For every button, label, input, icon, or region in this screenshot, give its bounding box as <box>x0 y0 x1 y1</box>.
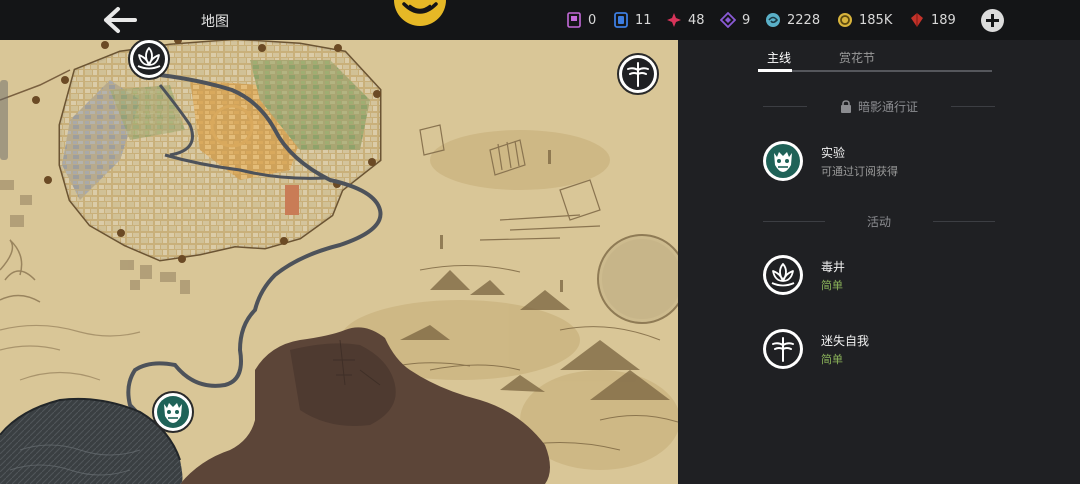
quest-name: 毒井 <box>821 260 846 274</box>
tab-main-story[interactable]: 主线 <box>767 49 791 66</box>
demon-mask-icon <box>152 391 194 433</box>
purple-gem-icon <box>720 12 736 28</box>
demon-mask-icon <box>763 141 803 181</box>
resource-value: 9 <box>742 12 751 28</box>
resource-value: 11 <box>635 12 652 28</box>
tab-indicator <box>758 69 792 72</box>
lotus-icon <box>128 40 170 80</box>
resource-value: 48 <box>688 12 705 28</box>
resource-purple-gem[interactable]: 9 <box>720 10 750 30</box>
red-crystal-icon <box>909 12 925 28</box>
quest-difficulty: 简单 <box>821 353 843 366</box>
blue-card-icon <box>613 12 629 28</box>
page-title: 地图 <box>201 14 229 30</box>
resource-gold-coin[interactable]: 185K <box>837 10 892 30</box>
quest-item-poison-well[interactable]: 毒井 简单 <box>762 254 1002 298</box>
lotus-icon <box>763 255 803 295</box>
back-arrow-icon[interactable] <box>100 4 140 36</box>
pass-card-icon <box>566 12 582 28</box>
dragonfly-icon <box>763 329 803 369</box>
divider <box>763 221 825 222</box>
resource-cyan-swirl[interactable]: 2228 <box>765 10 820 30</box>
divider <box>933 221 995 222</box>
dragonfly-map-marker[interactable] <box>616 52 660 96</box>
resource-value: 0 <box>588 12 597 28</box>
lock-icon <box>840 99 852 113</box>
add-currency-button[interactable] <box>981 9 1004 32</box>
quest-difficulty: 简单 <box>821 279 843 292</box>
lotus-map-marker[interactable] <box>127 40 171 81</box>
map-terrain <box>0 40 678 484</box>
world-map[interactable] <box>0 40 678 484</box>
cyan-swirl-icon <box>765 12 781 28</box>
divider <box>951 106 995 107</box>
top-bar: 地图 0 11 48 9 2228 185K 189 <box>0 0 1080 40</box>
game-logo-icon <box>392 0 448 28</box>
resource-value: 189 <box>931 12 956 28</box>
quest-name: 实验 <box>821 146 846 160</box>
demon-mask-map-marker[interactable] <box>151 390 195 434</box>
gold-coin-icon <box>837 12 853 28</box>
resource-red-star[interactable]: 48 <box>666 10 705 30</box>
resource-value: 2228 <box>787 12 821 28</box>
quest-name: 迷失自我 <box>821 334 870 348</box>
tab-track <box>758 70 992 72</box>
resource-blue-card[interactable]: 11 <box>613 10 652 30</box>
quest-item-lost-self[interactable]: 迷失自我 简单 <box>762 328 1002 372</box>
resource-pass-card[interactable]: 0 <box>566 10 596 30</box>
quest-panel: 主线 赏花节 暗影通行证 实验 可通过订阅获得 活动 毒井 简单 迷失自我 简单 <box>678 40 1080 484</box>
tab-flower-festival[interactable]: 赏花节 <box>839 49 875 66</box>
resource-red-crystal[interactable]: 189 <box>909 10 956 30</box>
quest-item-experiment[interactable]: 实验 可通过订阅获得 <box>762 140 1002 184</box>
dragonfly-icon <box>617 53 659 95</box>
section-title: 暗影通行证 <box>857 99 918 114</box>
divider <box>763 106 807 107</box>
resource-value: 185K <box>859 12 893 28</box>
red-star-icon <box>666 12 682 28</box>
quest-subtitle: 可通过订阅获得 <box>821 165 898 178</box>
activity-section-header: 活动 <box>763 211 995 231</box>
section-title: 活动 <box>866 214 891 229</box>
shadow-pass-section-header: 暗影通行证 <box>763 96 995 116</box>
